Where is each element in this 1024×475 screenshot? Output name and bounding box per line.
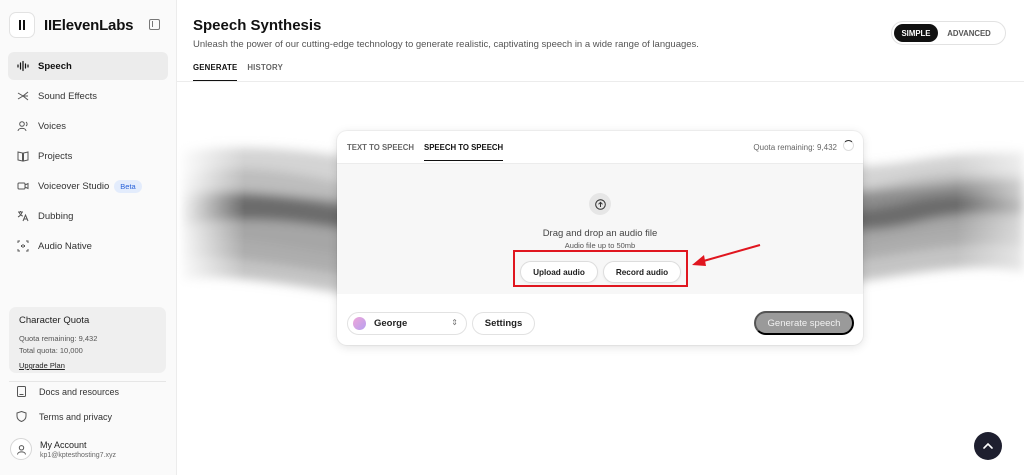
- page-subtitle: Unleash the power of our cutting-edge te…: [193, 39, 699, 50]
- sidebar-item-label: Audio Native: [38, 240, 92, 252]
- page-tabs: GENERATE HISTORY: [193, 63, 283, 81]
- waveform-icon: [16, 59, 30, 73]
- book-icon: [16, 149, 30, 163]
- quota-title: Character Quota: [19, 315, 90, 326]
- mode-advanced-button[interactable]: ADVANCED: [938, 24, 1000, 42]
- voice-name: George: [374, 318, 408, 329]
- logo-icon[interactable]: [9, 12, 35, 38]
- account-menu[interactable]: My Account kp1@kptesthosting7.xyz: [10, 438, 116, 460]
- generate-speech-button[interactable]: Generate speech: [754, 311, 854, 335]
- account-email: kp1@kptesthosting7.xyz: [40, 451, 116, 459]
- chevron-up-icon: [983, 442, 993, 449]
- sidebar-item-sound-effects[interactable]: Sound Effects: [8, 82, 168, 110]
- tab-history[interactable]: HISTORY: [247, 63, 283, 81]
- sidebar-item-speech[interactable]: Speech: [8, 52, 168, 80]
- sidebar-item-label: Projects: [38, 150, 73, 162]
- sound-effects-icon: [16, 89, 30, 103]
- avatar: [10, 438, 32, 460]
- sidebar-item-voiceover-studio[interactable]: Voiceover Studio Beta: [8, 172, 168, 200]
- chevron-updown-icon: ⇕: [451, 318, 458, 327]
- audio-native-icon: [16, 239, 30, 253]
- tab-text-to-speech[interactable]: TEXT TO SPEECH: [347, 143, 414, 161]
- character-quota-card: Character Quota Quota remaining: 9,432 T…: [9, 307, 166, 373]
- quota-total: Total quota: 10,000: [19, 346, 83, 355]
- account-text: My Account kp1@kptesthosting7.xyz: [40, 440, 116, 459]
- docs-link[interactable]: Docs and resources: [16, 385, 119, 399]
- voice-avatar-icon: [353, 317, 366, 330]
- mode-simple-button[interactable]: SIMPLE: [894, 24, 938, 42]
- sidebar-item-label: Voices: [38, 120, 66, 132]
- sidebar-divider: [9, 381, 166, 382]
- card-quota-remaining: Quota remaining: 9,432: [753, 143, 837, 152]
- voices-icon: [16, 119, 30, 133]
- app-logo-text: IIElevenLabs: [44, 16, 134, 34]
- drop-subtitle: Audio file up to 50mb: [564, 241, 636, 250]
- logo-row: IIElevenLabs: [9, 11, 169, 39]
- speech-to-speech-card: TEXT TO SPEECH SPEECH TO SPEECH Quota re…: [337, 131, 863, 345]
- card-tabs: TEXT TO SPEECH SPEECH TO SPEECH: [347, 143, 504, 161]
- quota-remaining: Quota remaining: 9,432: [19, 334, 98, 343]
- upload-icon: [589, 193, 611, 215]
- sidebar-nav: Speech Sound Effects Voices Projects Voi…: [8, 52, 168, 262]
- sidebar-item-projects[interactable]: Projects: [8, 142, 168, 170]
- sidebar: IIElevenLabs Speech Sound Effects Voices: [0, 0, 177, 475]
- sidebar-item-audio-native[interactable]: Audio Native: [8, 232, 168, 260]
- scroll-to-top-button[interactable]: [974, 432, 1002, 460]
- page-title: Speech Synthesis: [193, 17, 322, 34]
- collapse-sidebar-icon[interactable]: [149, 19, 160, 30]
- translate-icon: [16, 209, 30, 223]
- docs-icon: [16, 386, 28, 398]
- sidebar-item-label: Dubbing: [38, 210, 74, 222]
- docs-label: Docs and resources: [39, 387, 120, 397]
- voice-select[interactable]: George ⇕: [347, 312, 467, 335]
- settings-button[interactable]: Settings: [472, 312, 535, 335]
- shield-icon: [16, 410, 28, 423]
- sidebar-item-label: Sound Effects: [38, 90, 97, 102]
- sidebar-item-voices[interactable]: Voices: [8, 112, 168, 140]
- video-icon: [16, 179, 30, 193]
- mode-toggle: SIMPLE ADVANCED: [891, 21, 1006, 45]
- tab-speech-to-speech[interactable]: SPEECH TO SPEECH: [424, 143, 504, 161]
- beta-badge: Beta: [114, 179, 142, 193]
- drop-title: Drag and drop an audio file: [542, 228, 658, 239]
- upgrade-plan-link[interactable]: Upgrade Plan: [19, 361, 65, 370]
- terms-label: Terms and privacy: [39, 412, 113, 422]
- account-name: My Account: [40, 439, 87, 450]
- sidebar-item-label: Speech: [38, 60, 72, 72]
- sidebar-item-label: Voiceover Studio: [38, 180, 110, 192]
- page-header: Speech Synthesis Unleash the power of ou…: [177, 0, 1024, 82]
- annotation-arrow-icon: [692, 244, 761, 266]
- terms-link[interactable]: Terms and privacy: [16, 410, 112, 424]
- quota-ring-icon: [843, 140, 854, 151]
- sidebar-item-dubbing[interactable]: Dubbing: [8, 202, 168, 230]
- tab-generate[interactable]: GENERATE: [193, 63, 238, 81]
- annotation-highlight-box: [513, 250, 688, 287]
